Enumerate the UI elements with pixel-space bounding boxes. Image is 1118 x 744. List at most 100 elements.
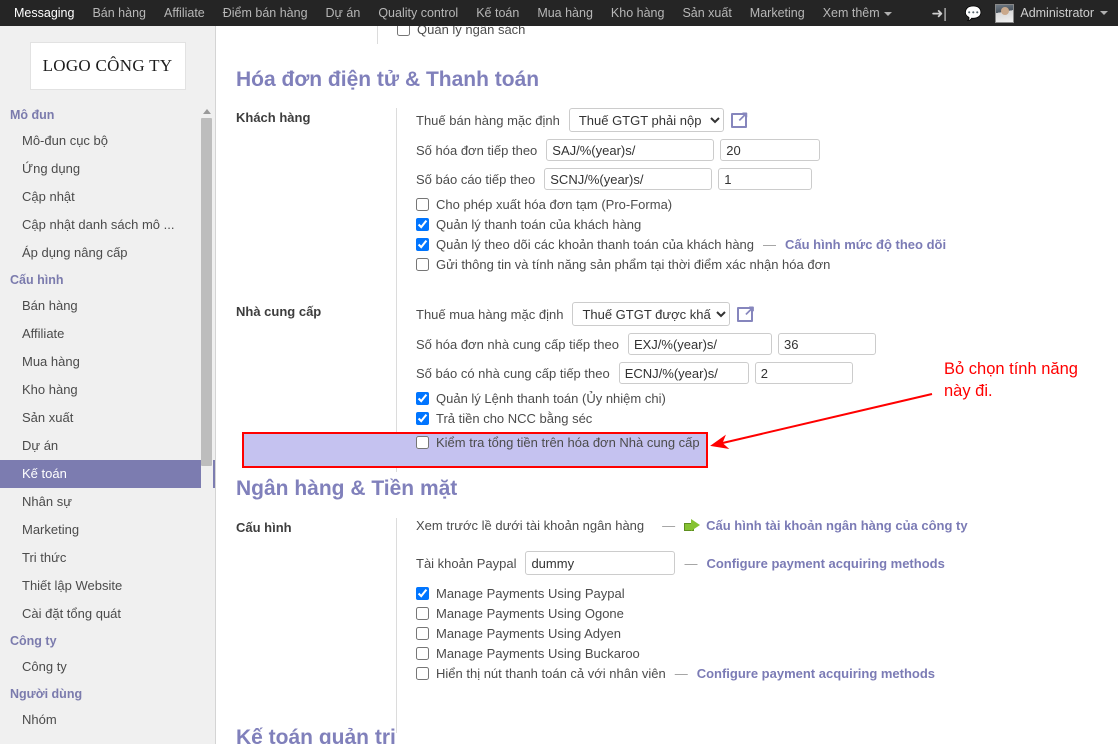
sidebar-item-c-p-nh-t-danh-s-ch-m[interactable]: Cập nhật danh sách mô ... <box>0 211 215 239</box>
sidebar-item-b-n-h-ng[interactable]: Bán hàng <box>0 292 215 320</box>
sidebar-item-label: Tri thức <box>22 550 67 565</box>
section-title-invoicing: Hóa đơn điện tử & Thanh toán <box>236 68 540 91</box>
input-next-invoice-number[interactable] <box>720 139 821 161</box>
sidebar-item-s-n-xu-t[interactable]: Sản xuất <box>0 404 215 432</box>
sidebar-scrollbar[interactable] <box>201 106 213 510</box>
annotation-line-1: Bỏ chọn tính năng <box>944 360 1078 378</box>
nav-item-label: Mua hàng <box>537 6 593 20</box>
chat-bubble-icon[interactable]: 💬 <box>956 0 991 26</box>
sign-out-icon[interactable]: ➜| <box>923 0 956 26</box>
annotation-text: Bỏ chọn tính năng này đi. <box>944 358 1078 402</box>
checkbox-input[interactable] <box>416 412 429 425</box>
external-link-icon[interactable] <box>737 303 755 322</box>
checkbox-input[interactable] <box>416 258 429 271</box>
input-next-report-prefix[interactable] <box>544 168 713 190</box>
nav-item-3[interactable]: Điểm bán hàng <box>214 0 317 26</box>
sidebar-item-nh-n-s[interactable]: Nhân sự <box>0 488 215 516</box>
nav-item-7[interactable]: Mua hàng <box>528 0 602 26</box>
green-arrow-icon <box>684 519 701 532</box>
link-configure-bank-accounts[interactable]: Cấu hình tài khoản ngân hàng của công ty <box>706 518 967 533</box>
sidebar-item-affiliate[interactable]: Affiliate <box>0 320 215 348</box>
sidebar-item-mua-h-ng[interactable]: Mua hàng <box>0 348 215 376</box>
sidebar-item-marketing[interactable]: Marketing <box>0 516 215 544</box>
checkbox-label: Manage Payments Using Adyen <box>436 626 621 641</box>
checkbox-input[interactable] <box>416 218 429 231</box>
row-bank-config: Cấu hình Xem trước lề dưới tài khoản ngâ… <box>236 518 1106 733</box>
checkbox-input[interactable] <box>416 392 429 405</box>
sidebar-group-title: Người dùng <box>10 687 83 701</box>
sidebar-item-tri-th-c[interactable]: Tri thức <box>0 544 215 572</box>
sidebar-group-title: Cấu hình <box>10 273 64 287</box>
input-supplier-invoice-prefix[interactable] <box>627 333 772 355</box>
checkbox-input[interactable] <box>416 436 429 449</box>
sidebar-item-label: Dự án <box>22 438 59 453</box>
sidebar-item-c-i-t-t-ng-qu-t[interactable]: Cài đặt tổng quát <box>0 600 215 628</box>
sidebar-item-ng-d-ng[interactable]: Ứng dụng <box>0 155 215 183</box>
checkbox-input[interactable] <box>416 198 429 211</box>
user-name-label: Administrator <box>1020 6 1094 20</box>
nav-item-9[interactable]: Sản xuất <box>673 0 740 26</box>
label-default-purchase-tax: Thuế mua hàng mặc định <box>416 306 564 322</box>
nav-item-4[interactable]: Dự án <box>317 0 370 26</box>
bank-link-4[interactable]: Configure payment acquiring methods <box>697 666 935 681</box>
sidebar-item-m-un-c-c-b[interactable]: Mô-đun cục bộ <box>0 127 215 155</box>
sidebar-item-c-ng-ty[interactable]: Công ty <box>0 653 215 681</box>
sidebar-item-d-n[interactable]: Dự án <box>0 432 215 460</box>
customer-link-2[interactable]: Cấu hình mức độ theo dõi <box>785 237 946 252</box>
checkbox-input[interactable] <box>416 238 429 251</box>
checkbox-input[interactable] <box>416 587 429 600</box>
nav-item-0[interactable]: Messaging <box>0 0 83 26</box>
sidebar-item-nh-m[interactable]: Nhóm <box>0 706 215 734</box>
input-next-report-number[interactable] <box>718 168 813 190</box>
label-paypal-account: Tài khoản Paypal <box>416 555 517 571</box>
separator-dash: — <box>674 666 688 681</box>
input-paypal-account[interactable] <box>525 551 676 575</box>
sidebar-item-label: Thiết lập Website <box>22 578 123 593</box>
customer-checkbox-2[interactable]: Quản lý theo dõi các khoản thanh toán củ… <box>416 237 946 252</box>
nav-item-8[interactable]: Kho hàng <box>602 0 674 26</box>
row-body-bank-config: Xem trước lề dưới tài khoản ngân hàng — … <box>396 518 968 733</box>
select-default-purchase-tax[interactable]: Thuế GTGT được khấu trừ <box>572 302 731 326</box>
sidebar-item-p-d-ng-n-ng-c-p[interactable]: Áp dụng nâng cấp <box>0 239 215 267</box>
customer-checkbox-1[interactable]: Quản lý thanh toán của khách hàng <box>416 217 946 232</box>
bank-checkbox-2[interactable]: Manage Payments Using Adyen <box>416 626 968 641</box>
select-default-sales-tax[interactable]: Thuế GTGT phải nộp 10% <box>568 108 724 132</box>
checkbox-quan-ly-ngan-sach[interactable]: Quản lý ngân sách <box>397 26 525 37</box>
nav-item-11[interactable]: Xem thêm <box>814 0 901 26</box>
sidebar-item-kho-h-ng[interactable]: Kho hàng <box>0 376 215 404</box>
input-supplier-invoice-number[interactable] <box>777 333 876 355</box>
separator-dash: — <box>763 237 777 252</box>
input-next-invoice-prefix[interactable] <box>546 139 715 161</box>
external-link-icon[interactable] <box>730 109 749 128</box>
sidebar-item-label: Nhóm <box>22 712 57 727</box>
bank-checkbox-3[interactable]: Manage Payments Using Buckaroo <box>416 646 968 661</box>
sidebar: LOGO CÔNG TY Mô đun Mô-đun cục bộ Ứng dụng… <box>0 26 216 744</box>
bank-checkbox-4[interactable]: Hiển thị nút thanh toán cả với nhân viên… <box>416 666 968 681</box>
nav-item-1[interactable]: Bán hàng <box>83 0 155 26</box>
checkbox-input[interactable] <box>416 607 429 620</box>
bank-checkbox-0[interactable]: Manage Payments Using Paypal <box>416 586 968 601</box>
chevron-down-icon[interactable] <box>1100 11 1108 15</box>
nav-item-6[interactable]: Kế toán <box>467 0 528 26</box>
sidebar-item-k-to-n[interactable]: Kế toán <box>0 460 215 488</box>
bank-checkbox-1[interactable]: Manage Payments Using Ogone <box>416 606 968 621</box>
customer-checkbox-3[interactable]: Gửi thông tin và tính năng sản phẩm tại … <box>416 257 946 272</box>
nav-item-2[interactable]: Affiliate <box>155 0 214 26</box>
field-next-report-number: Số báo cáo tiếp theo <box>416 168 946 190</box>
checkbox-input[interactable] <box>416 647 429 660</box>
sidebar-scroll-thumb[interactable] <box>201 118 212 466</box>
nav-item-5[interactable]: Quality control <box>369 0 467 26</box>
scroll-up-arrow-icon[interactable] <box>202 106 212 116</box>
checkbox-input[interactable] <box>416 667 429 680</box>
section-title-management-accounting: Kế toán quản trị <box>236 726 396 744</box>
checkbox-input[interactable] <box>416 627 429 640</box>
nav-item-10[interactable]: Marketing <box>741 0 814 26</box>
sidebar-item-label: Affiliate <box>22 326 65 341</box>
checkbox-label: Manage Payments Using Ogone <box>436 606 624 621</box>
sidebar-item-c-p-nh-t[interactable]: Cập nhật <box>0 183 215 211</box>
customer-checkbox-0[interactable]: Cho phép xuất hóa đơn tạm (Pro-Forma) <box>416 197 946 212</box>
row-label-customer: Khách hàng <box>236 110 311 125</box>
link-configure-payment-acquirers-top[interactable]: Configure payment acquiring methods <box>706 556 944 571</box>
sidebar-item-thi-t-l-p-website[interactable]: Thiết lập Website <box>0 572 215 600</box>
checkbox-input[interactable] <box>397 26 410 36</box>
